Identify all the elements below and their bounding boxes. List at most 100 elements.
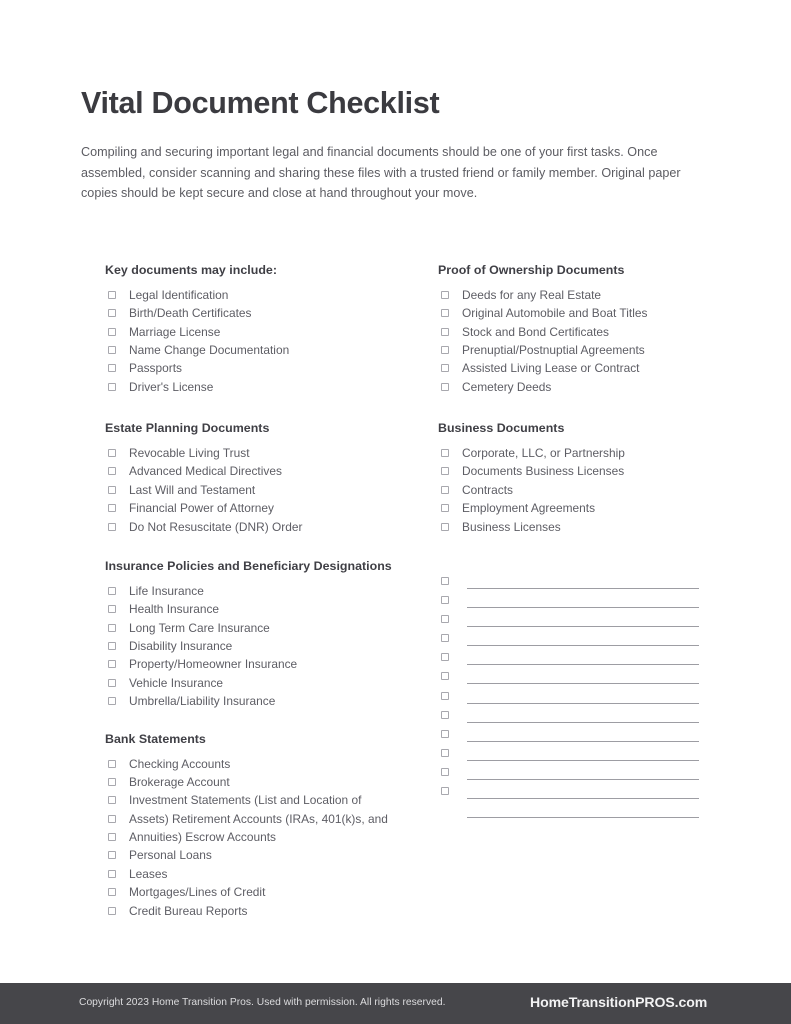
list-item[interactable]: Driver's License xyxy=(105,378,415,396)
list-item[interactable]: Business Licenses xyxy=(438,518,728,536)
checkbox-icon[interactable] xyxy=(441,634,449,643)
checkbox-icon[interactable] xyxy=(441,691,449,700)
list-item[interactable]: Documents Business Licenses xyxy=(438,462,728,480)
list-item[interactable]: Brokerage Account xyxy=(105,773,415,791)
blank-write-in-row[interactable] xyxy=(438,783,728,802)
checkbox-icon[interactable] xyxy=(108,697,116,706)
blank-write-in-row[interactable] xyxy=(438,630,728,649)
checkbox-icon[interactable] xyxy=(108,814,116,823)
list-item[interactable]: Deeds for any Real Estate xyxy=(438,286,728,304)
list-item[interactable]: Name Change Documentation xyxy=(105,341,415,359)
checkbox-icon[interactable] xyxy=(441,653,449,662)
checkbox-icon[interactable] xyxy=(108,833,116,842)
list-item[interactable]: Do Not Resuscitate (DNR) Order xyxy=(105,518,415,536)
checkbox-icon[interactable] xyxy=(108,382,116,391)
list-item[interactable]: Personal Loans xyxy=(105,846,415,864)
list-item[interactable]: Original Automobile and Boat Titles xyxy=(438,304,728,322)
checkbox-icon[interactable] xyxy=(441,346,449,355)
list-item[interactable]: Annuities) Escrow Accounts xyxy=(105,828,415,846)
checkbox-icon[interactable] xyxy=(108,485,116,494)
checkbox-icon[interactable] xyxy=(441,596,449,605)
list-item[interactable]: Prenuptial/Postnuptial Agreements xyxy=(438,341,728,359)
checkbox-icon[interactable] xyxy=(108,660,116,669)
list-item[interactable]: Leases xyxy=(105,865,415,883)
list-item[interactable]: Assisted Living Lease or Contract xyxy=(438,359,728,377)
blank-write-in-row[interactable] xyxy=(438,649,728,668)
blank-write-in-row[interactable] xyxy=(438,726,728,745)
checkbox-icon[interactable] xyxy=(441,615,449,624)
list-item[interactable]: Employment Agreements xyxy=(438,499,728,517)
checkbox-icon[interactable] xyxy=(108,777,116,786)
list-item[interactable]: Checking Accounts xyxy=(105,755,415,773)
checkbox-icon[interactable] xyxy=(108,504,116,513)
list-item[interactable]: Long Term Care Insurance xyxy=(105,619,415,637)
list-item[interactable]: Birth/Death Certificates xyxy=(105,304,415,322)
checkbox-icon[interactable] xyxy=(108,678,116,687)
checkbox-icon[interactable] xyxy=(108,586,116,595)
checkbox-icon[interactable] xyxy=(441,522,449,531)
checkbox-icon[interactable] xyxy=(441,364,449,373)
checkbox-icon[interactable] xyxy=(108,906,116,915)
checkbox-icon[interactable] xyxy=(108,642,116,651)
list-item[interactable]: Contracts xyxy=(438,481,728,499)
checkbox-icon[interactable] xyxy=(108,759,116,768)
checkbox-icon[interactable] xyxy=(441,382,449,391)
list-item[interactable]: Corporate, LLC, or Partnership xyxy=(438,444,728,462)
checkbox-icon[interactable] xyxy=(441,710,449,719)
checkbox-icon[interactable] xyxy=(108,449,116,458)
list-item[interactable]: Vehicle Insurance xyxy=(105,674,415,692)
checkbox-icon[interactable] xyxy=(441,577,449,585)
list-item[interactable]: Marriage License xyxy=(105,323,415,341)
checkbox-icon[interactable] xyxy=(108,522,116,531)
checkbox-icon[interactable] xyxy=(441,449,449,458)
checkbox-icon[interactable] xyxy=(441,787,449,796)
list-item[interactable]: Financial Power of Attorney xyxy=(105,499,415,517)
blank-write-in-row[interactable] xyxy=(438,611,728,630)
list-item[interactable]: Assets) Retirement Accounts (IRAs, 401(k… xyxy=(105,810,415,828)
checkbox-icon[interactable] xyxy=(441,290,449,299)
checkbox-icon[interactable] xyxy=(108,888,116,897)
list-item[interactable]: Umbrella/Liability Insurance xyxy=(105,692,415,710)
list-item[interactable]: Advanced Medical Directives xyxy=(105,462,415,480)
checkbox-icon[interactable] xyxy=(108,364,116,373)
list-item[interactable]: Revocable Living Trust xyxy=(105,444,415,462)
blank-write-in-row[interactable] xyxy=(438,745,728,764)
checkbox-icon[interactable] xyxy=(108,309,116,318)
checkbox-icon[interactable] xyxy=(441,767,449,776)
blank-write-in-row[interactable] xyxy=(438,764,728,783)
blank-write-in-row[interactable] xyxy=(438,707,728,726)
checkbox-icon[interactable] xyxy=(441,327,449,336)
checkbox-icon[interactable] xyxy=(441,504,449,513)
checkbox-icon[interactable] xyxy=(441,467,449,476)
checkbox-icon[interactable] xyxy=(441,729,449,738)
blank-write-in-row[interactable] xyxy=(438,668,728,687)
list-item[interactable]: Legal Identification xyxy=(105,286,415,304)
blank-write-in-row[interactable] xyxy=(438,688,728,707)
list-item[interactable]: Credit Bureau Reports xyxy=(105,902,415,920)
checkbox-icon[interactable] xyxy=(108,290,116,299)
blank-write-in-row[interactable] xyxy=(438,573,728,592)
checkbox-icon[interactable] xyxy=(108,346,116,355)
checkbox-icon[interactable] xyxy=(441,672,449,681)
list-item[interactable]: Life Insurance xyxy=(105,582,415,600)
list-item[interactable]: Stock and Bond Certificates xyxy=(438,323,728,341)
list-item[interactable]: Disability Insurance xyxy=(105,637,415,655)
blank-write-in-row[interactable] xyxy=(438,592,728,611)
checkbox-icon[interactable] xyxy=(441,485,449,494)
checkbox-icon[interactable] xyxy=(108,605,116,614)
checkbox-icon[interactable] xyxy=(108,869,116,878)
list-item[interactable]: Mortgages/Lines of Credit xyxy=(105,883,415,901)
checkbox-icon[interactable] xyxy=(441,309,449,318)
checkbox-icon[interactable] xyxy=(108,327,116,336)
checkbox-icon[interactable] xyxy=(108,467,116,476)
list-item[interactable]: Health Insurance xyxy=(105,600,415,618)
checkbox-icon[interactable] xyxy=(108,796,116,805)
checkbox-icon[interactable] xyxy=(108,623,116,632)
list-item[interactable]: Investment Statements (List and Location… xyxy=(105,791,415,809)
checkbox-icon[interactable] xyxy=(108,851,116,860)
list-item[interactable]: Last Will and Testament xyxy=(105,481,415,499)
list-item[interactable]: Passports xyxy=(105,359,415,377)
list-item[interactable]: Property/Homeowner Insurance xyxy=(105,655,415,673)
checkbox-icon[interactable] xyxy=(441,748,449,757)
list-item[interactable]: Cemetery Deeds xyxy=(438,378,728,396)
